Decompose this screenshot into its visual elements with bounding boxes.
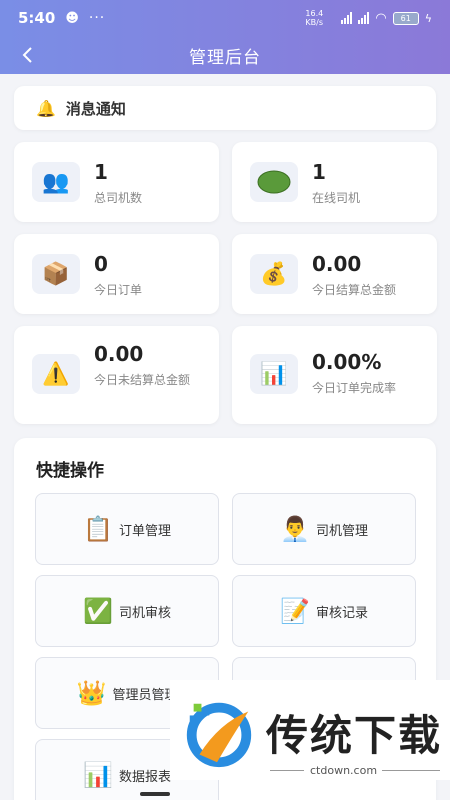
quick-actions-title: 快捷操作 — [36, 461, 104, 481]
top-bar: 5:40 ☻ ··· 16.4 KB/s ◠ 61 ϟ 管理后台 — [0, 0, 450, 74]
signal-icon-2 — [358, 12, 370, 24]
stat-value: 1 — [312, 160, 326, 184]
header: 管理后台 — [0, 36, 450, 74]
stat-card-online-drivers: 1 在线司机 — [232, 142, 437, 222]
quick-item-label: 司机管理 — [315, 523, 368, 539]
stat-label: 今日订单 — [94, 283, 143, 297]
stat-value: 1 — [94, 160, 108, 184]
driver-icon: 👨‍💼 — [280, 515, 310, 543]
stat-card-settled-amount: 💰 0.00 今日结算总金额 — [232, 234, 437, 314]
net-speed: 16.4 KB/s — [305, 9, 324, 27]
stat-label: 在线司机 — [312, 191, 361, 205]
stat-label: 总司机数 — [94, 191, 143, 205]
warning-icon: ⚠️ — [32, 354, 80, 394]
watermark: 传统下载 ctdown.com — [170, 680, 450, 780]
check-icon: ✅ — [83, 597, 113, 625]
money-bag-icon: 💰 — [250, 254, 298, 294]
notice-card[interactable]: 🔔 消息通知 — [14, 86, 436, 130]
stat-card-today-orders: 📦 0 今日订单 — [14, 234, 219, 314]
order-management-button[interactable]: 📋 订单管理 — [35, 493, 219, 565]
review-records-button[interactable]: 📝 审核记录 — [232, 575, 416, 647]
home-indicator[interactable] — [140, 792, 170, 796]
page-title: 管理后台 — [189, 47, 261, 68]
status-right: 16.4 KB/s ◠ 61 ϟ — [305, 9, 432, 27]
users-icon: 👥 — [32, 162, 80, 202]
app-notification-icon: ☻ — [65, 10, 79, 26]
clipboard-icon: 📋 — [83, 515, 113, 543]
watermark-logo-icon — [186, 702, 252, 768]
stat-card-unsettled-amount: ⚠️ 0.00 今日未结算总金额 — [14, 326, 219, 424]
quick-item-label: 数据报表 — [118, 769, 171, 785]
status-time: 5:40 — [18, 9, 56, 27]
crown-icon: 👑 — [76, 679, 107, 707]
stat-value: 0.00 — [94, 342, 144, 366]
status-dots: ··· — [88, 10, 106, 26]
driver-management-button[interactable]: 👨‍💼 司机管理 — [232, 493, 416, 565]
back-arrow-icon[interactable] — [14, 40, 44, 70]
stat-card-completion-rate: 📊 0.00% 今日订单完成率 — [232, 326, 437, 424]
stat-value: 0.00 — [312, 252, 362, 276]
stat-label: 今日未结算总金额 — [94, 373, 191, 387]
quick-item-label: 管理员管理 — [112, 687, 178, 703]
watermark-url: ctdown.com — [310, 764, 378, 777]
bar-chart-icon: 📊 — [83, 761, 113, 789]
memo-icon: 📝 — [280, 597, 310, 625]
quick-item-label: 司机审核 — [118, 605, 171, 621]
chart-icon: 📊 — [250, 354, 298, 394]
quick-item-label: 审核记录 — [315, 605, 368, 621]
online-dot-icon — [250, 162, 298, 202]
stat-value: 0.00% — [312, 350, 382, 374]
signal-icon — [341, 12, 353, 24]
notice-label: 消息通知 — [65, 99, 126, 118]
wifi-icon: ◠ — [375, 10, 387, 26]
watermark-brand: 传统下载 — [266, 711, 443, 760]
charging-icon: ϟ — [424, 11, 432, 25]
stat-card-total-drivers: 👥 1 总司机数 — [14, 142, 219, 222]
status-bar: 5:40 ☻ ··· 16.4 KB/s ◠ 61 ϟ — [0, 0, 450, 36]
driver-review-button[interactable]: ✅ 司机审核 — [35, 575, 219, 647]
battery-icon: 61 — [392, 11, 419, 25]
watermark-divider-left — [270, 770, 304, 771]
stat-label: 今日订单完成率 — [312, 381, 397, 395]
stat-value: 0 — [94, 252, 108, 276]
battery-level: 61 — [400, 13, 411, 23]
package-icon: 📦 — [32, 254, 80, 294]
bell-icon: 🔔 — [36, 98, 56, 118]
stat-label: 今日结算总金额 — [312, 283, 397, 297]
watermark-divider-right — [382, 770, 440, 771]
quick-item-label: 订单管理 — [118, 523, 171, 539]
